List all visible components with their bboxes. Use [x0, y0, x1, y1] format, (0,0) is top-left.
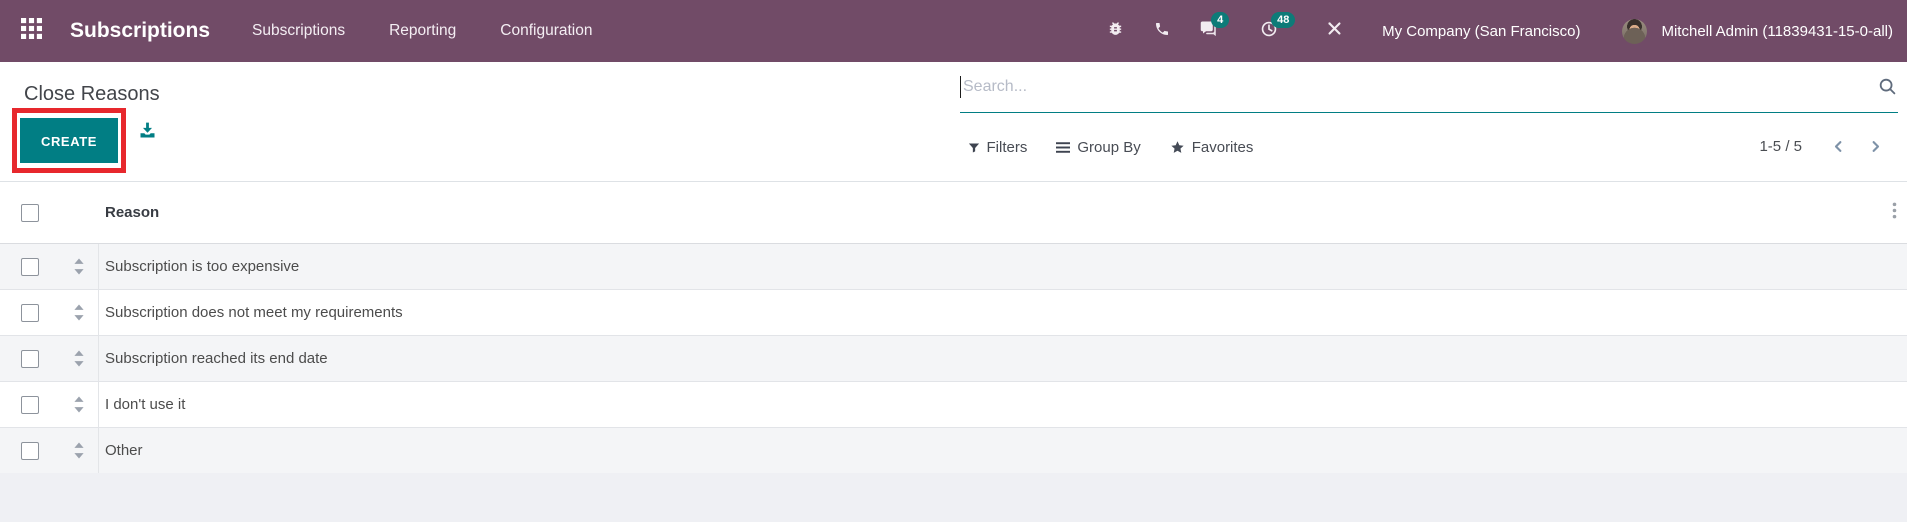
- user-avatar: [1622, 18, 1648, 44]
- chevron-right-icon: [1868, 141, 1883, 158]
- drag-handle-icon[interactable]: [73, 304, 85, 321]
- apps-grid-icon: [20, 18, 42, 44]
- control-panel-right: Filters Group By F: [954, 62, 1907, 181]
- topbar-systray: 4 48 My Company (San Francisco) Mitchell…: [1092, 0, 1899, 62]
- drag-handle-icon[interactable]: [73, 442, 85, 459]
- list-header-row: Reason: [0, 182, 1907, 244]
- row-handle-cell: [60, 244, 99, 289]
- funnel-icon: [968, 142, 980, 154]
- list-row[interactable]: Subscription reached its end date: [0, 336, 1907, 382]
- activities-button[interactable]: 48: [1245, 0, 1296, 62]
- row-check-cell: [0, 395, 60, 414]
- red-annotation-box: CREATE: [12, 108, 126, 173]
- search-icon[interactable]: [1878, 77, 1897, 96]
- row-checkbox[interactable]: [21, 349, 39, 368]
- group-by-button[interactable]: Group By: [1056, 139, 1141, 156]
- reason-cell: I don't use it: [105, 396, 186, 413]
- control-panel-left: Close Reasons CREATE: [0, 62, 954, 181]
- group-by-label: Group By: [1077, 139, 1141, 156]
- header-handle-cell: [60, 182, 99, 243]
- select-all-checkbox[interactable]: [21, 203, 39, 222]
- messages-count-badge: 4: [1211, 12, 1230, 28]
- star-icon: [1170, 140, 1185, 155]
- row-handle-cell: [60, 336, 99, 381]
- row-handle-cell: [60, 428, 99, 473]
- developer-tools-button[interactable]: [1311, 0, 1358, 62]
- activities-count-badge: 48: [1271, 12, 1296, 28]
- filters-button[interactable]: Filters: [968, 139, 1028, 156]
- current-app-title: Subscriptions: [70, 19, 211, 42]
- menu-subscriptions[interactable]: Subscriptions: [230, 0, 367, 62]
- user-menu[interactable]: Mitchell Admin (11839431-15-0-all): [1622, 18, 1899, 44]
- row-check-cell: [0, 303, 60, 322]
- list-row[interactable]: Subscription is too expensive: [0, 244, 1907, 290]
- reason-cell: Other: [105, 442, 143, 459]
- row-check-cell: [0, 349, 60, 368]
- search-bar: [959, 62, 1898, 113]
- top-navbar: Subscriptions Subscriptions Reporting Co…: [0, 0, 1907, 62]
- tools-icon: [1326, 20, 1343, 42]
- row-checkbox[interactable]: [21, 257, 39, 276]
- pager-previous-button[interactable]: [1820, 139, 1857, 154]
- row-check-cell: [0, 257, 60, 276]
- pager-next-button[interactable]: [1857, 139, 1894, 154]
- subscriptions-app-window: Subscriptions Subscriptions Reporting Co…: [0, 0, 1907, 522]
- filters-label: Filters: [986, 139, 1028, 156]
- company-switcher[interactable]: My Company (San Francisco): [1382, 23, 1580, 40]
- favorites-button[interactable]: Favorites: [1170, 139, 1254, 156]
- reason-cell: Subscription reached its end date: [105, 350, 328, 367]
- footer-background: [0, 473, 1907, 522]
- reason-column-header[interactable]: Reason: [99, 204, 1907, 221]
- drag-handle-icon[interactable]: [73, 350, 85, 367]
- drag-handle-icon[interactable]: [73, 258, 85, 275]
- download-icon: [137, 122, 158, 145]
- favorites-label: Favorites: [1191, 139, 1254, 156]
- user-name-label: Mitchell Admin (11839431-15-0-all): [1661, 22, 1893, 40]
- export-button[interactable]: [137, 120, 158, 141]
- row-check-cell: [0, 441, 60, 460]
- pager-range[interactable]: 1-5 / 5: [1759, 138, 1802, 155]
- action-buttons: CREATE: [12, 108, 954, 173]
- phone-icon: [1154, 21, 1170, 42]
- create-button[interactable]: CREATE: [20, 118, 118, 163]
- list-body: Subscription is too expensive Subscripti…: [0, 244, 1907, 474]
- menu-configuration[interactable]: Configuration: [478, 0, 614, 62]
- row-checkbox[interactable]: [21, 303, 39, 322]
- menu-reporting[interactable]: Reporting: [367, 0, 478, 62]
- reason-cell: Subscription does not meet my requiremen…: [105, 304, 403, 321]
- chevron-left-icon: [1831, 141, 1846, 158]
- close-reasons-list: Reason Subscription is too expensive Sub…: [0, 182, 1907, 474]
- row-handle-cell: [60, 382, 99, 427]
- row-checkbox[interactable]: [21, 441, 39, 460]
- voip-phone-button[interactable]: [1139, 0, 1185, 62]
- vertical-dots-icon: [1892, 202, 1897, 224]
- pager: 1-5 / 5: [1759, 112, 1894, 181]
- row-handle-cell: [60, 290, 99, 335]
- app-menus: Subscriptions Reporting Configuration: [230, 0, 614, 62]
- search-input[interactable]: [961, 78, 1898, 96]
- apps-menu-button[interactable]: [14, 0, 48, 62]
- list-row[interactable]: Other: [0, 428, 1907, 474]
- page-title: Close Reasons: [24, 83, 160, 105]
- drag-handle-icon[interactable]: [73, 396, 85, 413]
- control-panel: Close Reasons CREATE Search... Filters G…: [0, 62, 1907, 182]
- list-row[interactable]: I don't use it: [0, 382, 1907, 428]
- debug-menu-button[interactable]: [1092, 0, 1139, 62]
- reason-cell: Subscription is too expensive: [105, 258, 300, 275]
- list-row[interactable]: Subscription does not meet my requiremen…: [0, 290, 1907, 336]
- row-checkbox[interactable]: [21, 395, 39, 414]
- optional-columns-button[interactable]: [1886, 182, 1903, 243]
- group-by-icon: [1056, 141, 1071, 154]
- header-select-all-cell: [0, 203, 60, 222]
- messages-button[interactable]: 4: [1185, 0, 1233, 62]
- bug-icon: [1107, 20, 1124, 42]
